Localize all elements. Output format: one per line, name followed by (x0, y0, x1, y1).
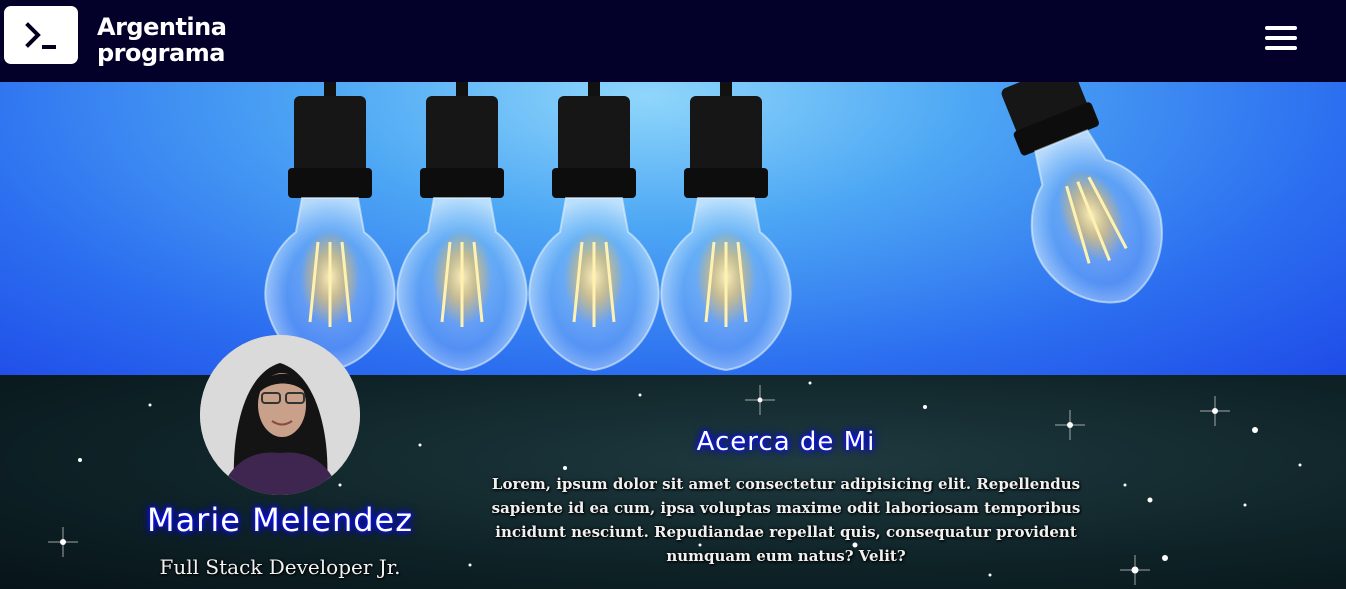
logo[interactable] (4, 6, 78, 64)
light-bulb (264, 82, 396, 372)
hamburger-menu-icon[interactable] (1262, 24, 1300, 52)
light-bulb (396, 82, 528, 372)
light-bulb (660, 82, 792, 372)
about-description: Lorem, ipsum dolor sit amet consectetur … (491, 475, 1081, 565)
light-bulb (1001, 82, 1163, 304)
about-title: Acerca de Mi (696, 427, 876, 457)
brand-name[interactable]: Argentina programa (97, 13, 227, 67)
top-navbar: Argentina programa (0, 0, 1346, 82)
hero-banner (0, 82, 1346, 375)
light-bulbs-image (264, 82, 1163, 372)
brand-line-1: Argentina (97, 13, 227, 41)
terminal-prompt-icon (25, 22, 56, 49)
light-bulb (528, 82, 660, 372)
brand-line-2: programa (97, 39, 225, 67)
person-photo (200, 335, 360, 495)
profile-avatar (200, 335, 360, 495)
profile-name: Marie Melendez (146, 501, 414, 539)
profile-role: Full Stack Developer Jr. (159, 555, 401, 579)
